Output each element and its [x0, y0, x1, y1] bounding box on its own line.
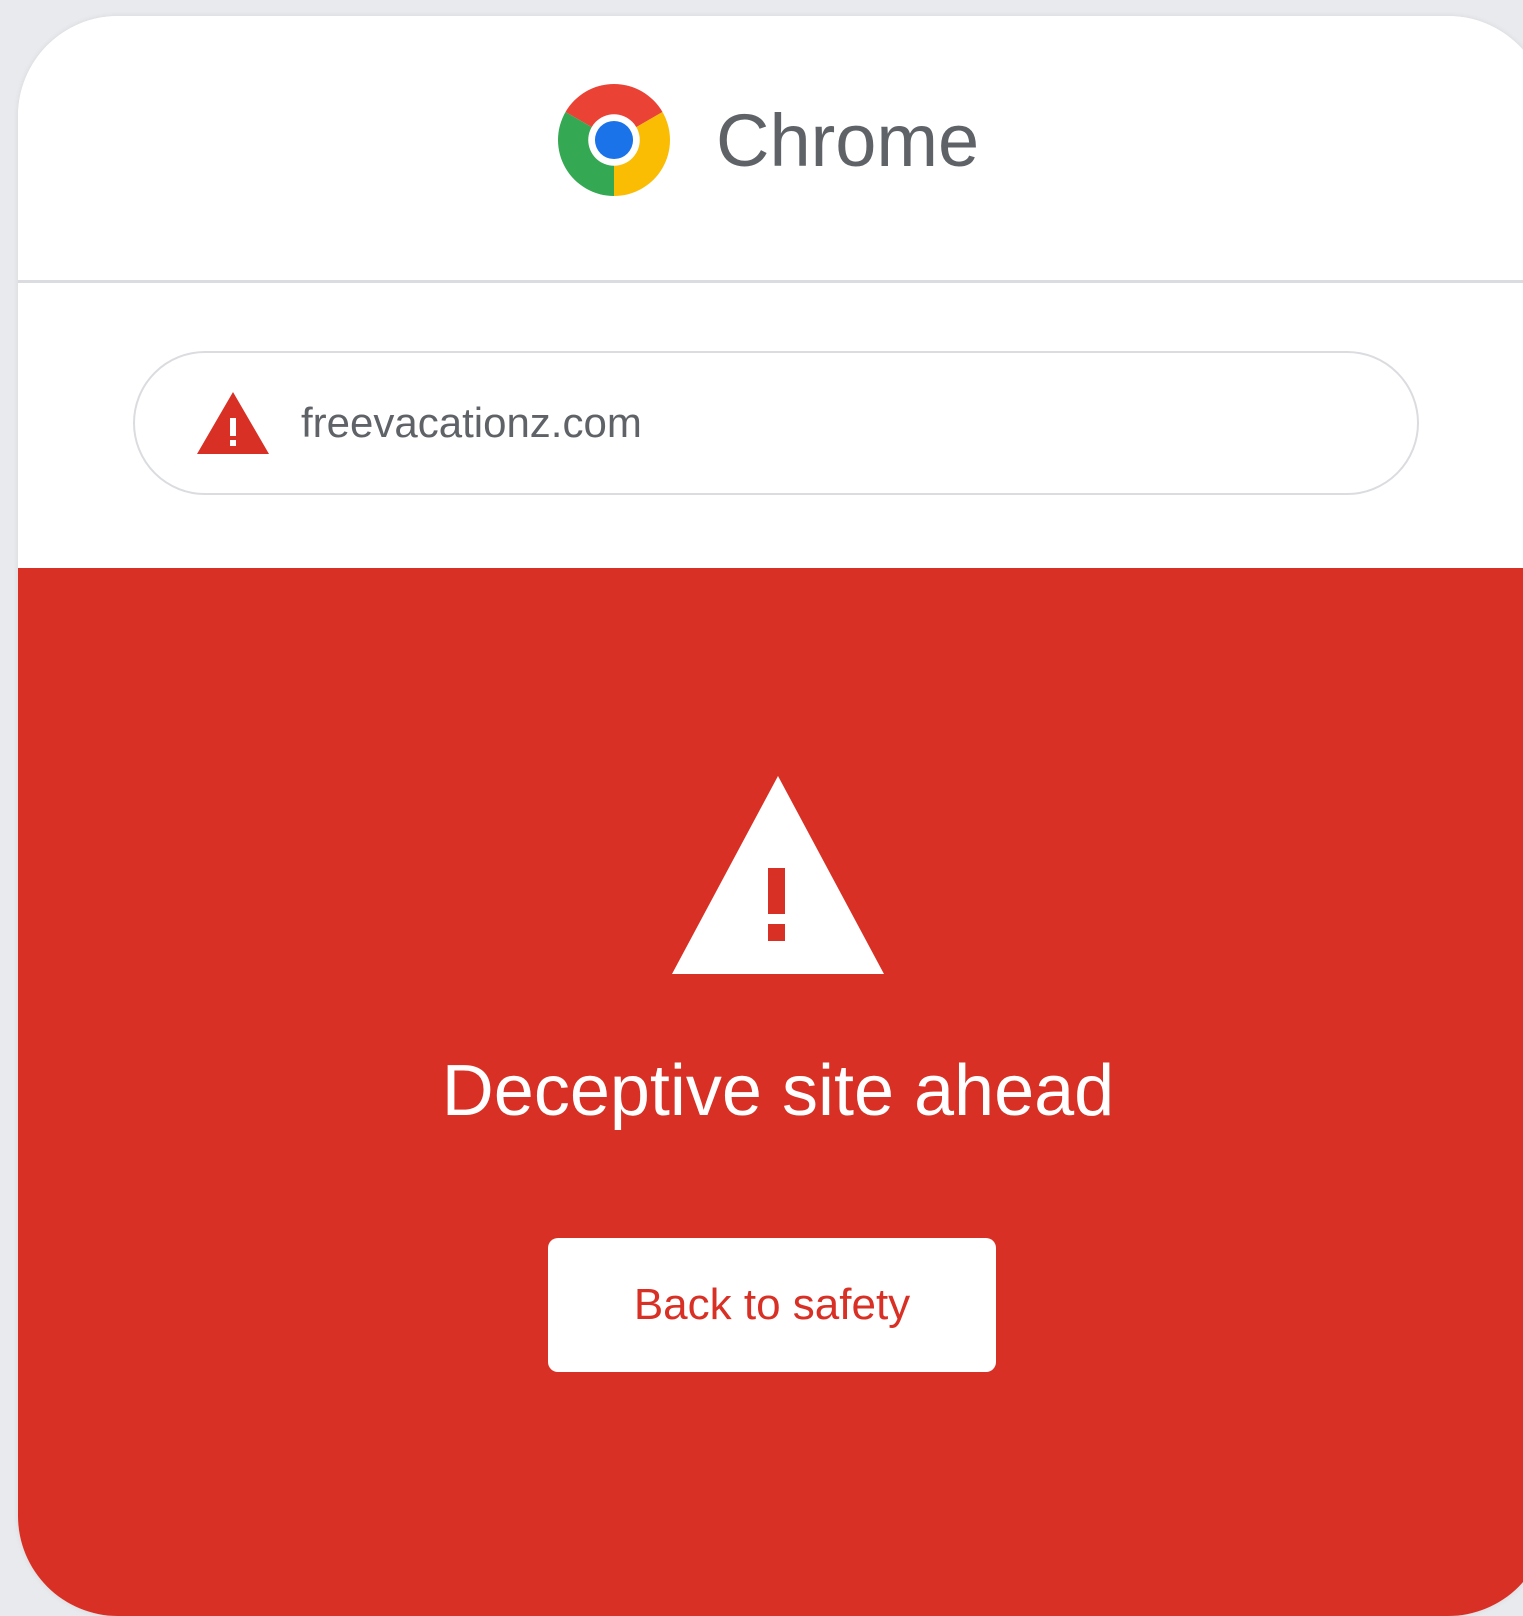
warning-triangle-icon[interactable]: [197, 392, 269, 454]
browser-header: Chrome: [18, 16, 1523, 283]
browser-name: Chrome: [716, 98, 980, 182]
address-bar[interactable]: freevacationz.com: [133, 351, 1419, 495]
chrome-branding: Chrome: [558, 84, 979, 196]
warning-triangle-icon: [672, 776, 884, 974]
back-to-safety-button[interactable]: Back to safety: [548, 1238, 996, 1372]
chrome-logo-icon: [558, 84, 670, 196]
url-text[interactable]: freevacationz.com: [301, 399, 642, 447]
warning-headline: Deceptive site ahead: [441, 1051, 1115, 1131]
browser-window: Chrome freevacationz.com Deceptive site …: [18, 16, 1523, 1616]
deceptive-site-interstitial: Deceptive site ahead Back to safety: [18, 568, 1523, 1616]
